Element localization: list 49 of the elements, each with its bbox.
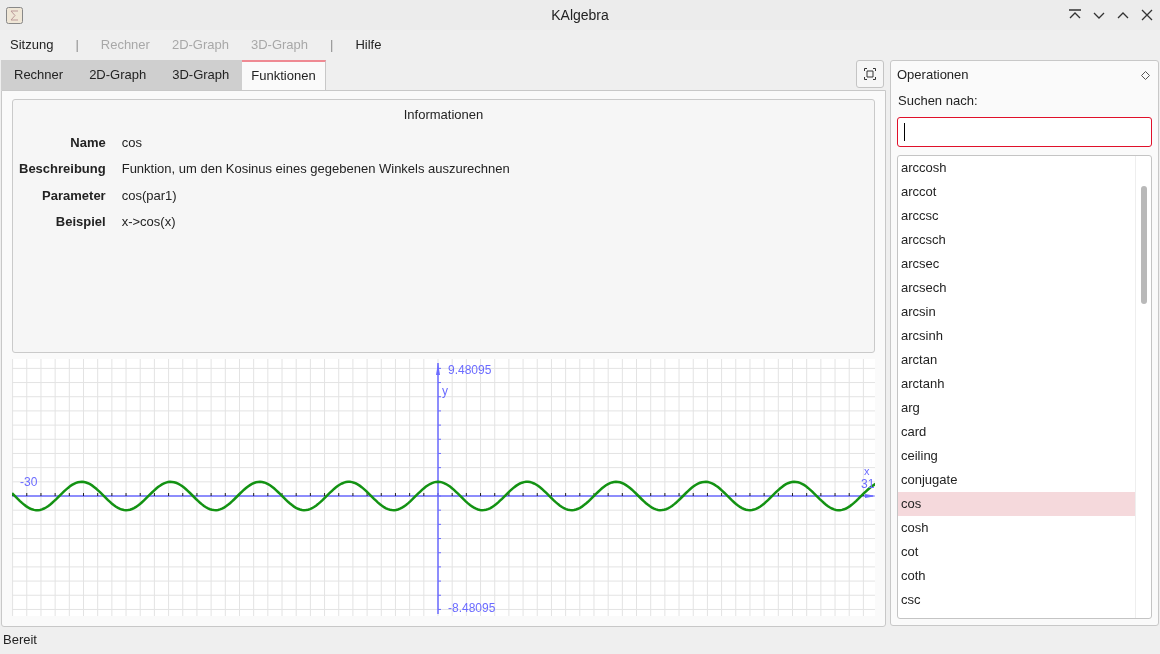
- list-item[interactable]: arcsin: [898, 299, 1135, 324]
- list-item[interactable]: cos: [898, 491, 1135, 516]
- fullscreen-button[interactable]: [856, 60, 884, 88]
- list-item[interactable]: arcsech: [898, 275, 1135, 300]
- x-axis-label: x: [864, 465, 870, 477]
- list-item[interactable]: arctan: [898, 347, 1135, 372]
- list-item[interactable]: cosh: [898, 515, 1135, 540]
- field-value: cos: [121, 133, 143, 152]
- list-item[interactable]: arg: [898, 395, 1135, 420]
- panel-title: Operationen: [897, 66, 969, 85]
- list-item[interactable]: arccsc: [898, 203, 1135, 228]
- float-icon[interactable]: [1141, 70, 1150, 80]
- field-label: Beschreibung: [19, 160, 106, 178]
- list-item[interactable]: conjugate: [898, 467, 1135, 492]
- menu-item[interactable]: Sitzung: [10, 35, 54, 55]
- x-min-label: -30: [20, 475, 38, 489]
- field-label: Name: [69, 133, 106, 152]
- field-label: Parameter: [41, 186, 106, 205]
- list-item[interactable]: arcsinh: [898, 323, 1135, 348]
- list-item[interactable]: csc: [898, 587, 1135, 612]
- menu-separator: |: [330, 36, 334, 55]
- menu-item[interactable]: Hilfe: [355, 35, 382, 55]
- x-max-label: 31: [861, 477, 875, 491]
- menu-separator: |: [75, 36, 79, 55]
- field-value: x->cos(x): [121, 213, 177, 231]
- y-max-label: 9.48095: [448, 363, 492, 377]
- y-axis-label: y: [442, 384, 448, 398]
- field-value: Funktion, um den Kosinus eines gegebenen Winkels auszurechnen: [121, 160, 511, 178]
- app-icon: [6, 6, 23, 24]
- window-title: KAlgebra: [551, 5, 609, 25]
- list-item[interactable]: arccsch: [898, 227, 1135, 252]
- field-value: cos(par1): [121, 186, 178, 205]
- list-item[interactable]: arccosh: [898, 155, 1135, 180]
- search-field[interactable]: [897, 116, 1152, 147]
- tab[interactable]: Funktionen: [242, 60, 326, 90]
- field-label: Beispiel: [54, 213, 106, 231]
- close-icon[interactable]: [1140, 8, 1154, 22]
- list-item[interactable]: coth: [898, 563, 1135, 588]
- status-text: Bereit: [3, 631, 37, 650]
- search-label: Suchen nach:: [898, 92, 979, 110]
- fullscreen-icon: [864, 68, 876, 80]
- list-item[interactable]: ceiling: [898, 443, 1135, 468]
- list-item[interactable]: arccot: [898, 179, 1135, 204]
- group-title: Informationen: [403, 106, 484, 124]
- list-item[interactable]: card: [898, 419, 1135, 444]
- list-item[interactable]: arcsec: [898, 251, 1135, 276]
- y-min-label: -8.48095: [448, 601, 496, 615]
- list-item[interactable]: arctanh: [898, 371, 1135, 396]
- list-item[interactable]: cot: [898, 539, 1135, 564]
